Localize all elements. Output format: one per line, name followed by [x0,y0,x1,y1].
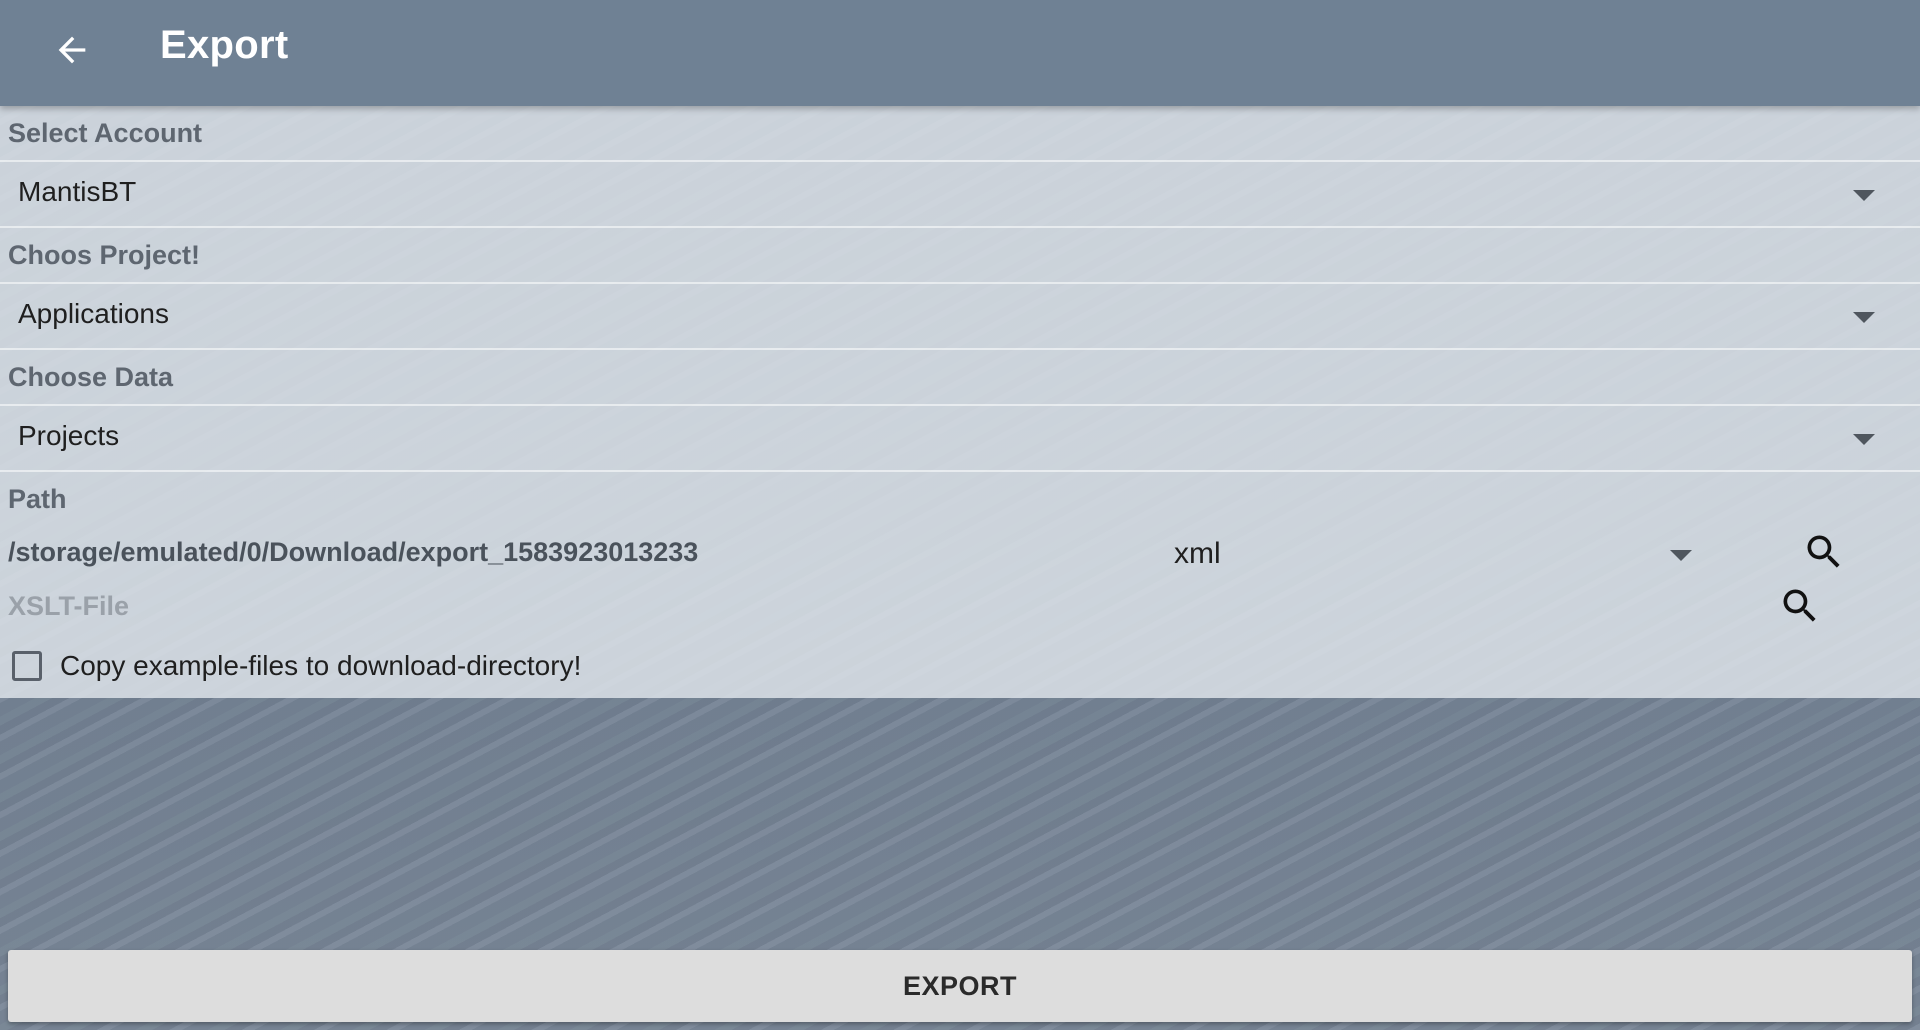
divider [0,470,1920,472]
export-button[interactable]: EXPORT [8,950,1912,1022]
project-value: Applications [18,298,169,329]
divider [0,226,1920,228]
data-label: Choose Data [8,362,174,392]
back-button[interactable] [40,18,104,82]
path-input[interactable]: /storage/emulated/0/Download/export_1583… [8,537,698,568]
export-screen: Export Select Account MantisBT Choos Pro… [0,0,1920,1030]
data-value: Projects [18,420,120,451]
copy-examples-label: Copy example-files to download-directory… [60,650,582,681]
chevron-down-icon [1853,434,1875,445]
search-icon [1783,589,1816,622]
data-spinner[interactable]: Projects [0,406,1920,470]
app-bar: Export [0,0,1920,106]
copy-examples-row[interactable]: Copy example-files to download-directory… [12,643,581,689]
path-label: Path [8,484,67,514]
search-icon [1807,535,1840,568]
copy-examples-checkbox[interactable] [12,651,42,681]
export-form: Select Account MantisBT Choos Project! A… [0,106,1920,698]
path-search-button[interactable] [1796,524,1852,580]
account-label: Select Account [8,118,203,148]
account-spinner[interactable]: MantisBT [0,162,1920,226]
format-spinner[interactable]: xml [1160,529,1700,579]
chevron-down-icon [1670,550,1692,561]
page-title: Export [160,23,289,67]
account-value: MantisBT [18,176,137,207]
divider [0,348,1920,350]
xslt-search-button[interactable] [1772,578,1828,634]
chevron-down-icon [1853,190,1875,201]
format-value: xml [1174,537,1221,570]
project-spinner[interactable]: Applications [0,284,1920,348]
chevron-down-icon [1853,312,1875,323]
arrow-back-icon [58,36,86,64]
project-label: Choos Project! [8,240,201,270]
